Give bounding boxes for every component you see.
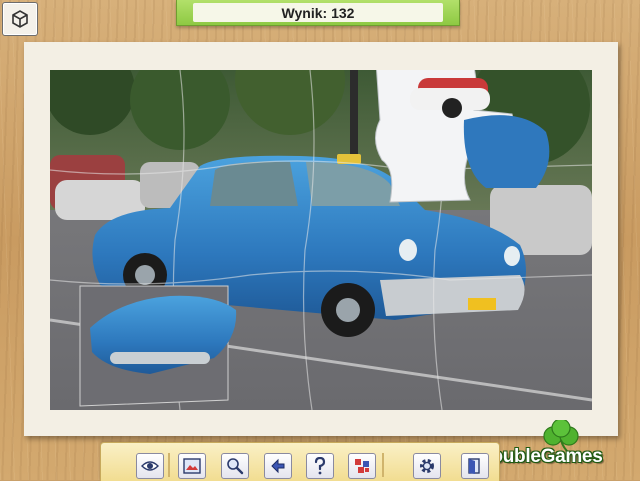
help-button[interactable]	[306, 453, 334, 479]
settings-gear-icon	[420, 459, 434, 473]
score-banner: Wynik: 132	[176, 0, 460, 26]
bottom-toolbar	[100, 442, 500, 481]
magnifier-icon	[227, 458, 244, 475]
settings-button[interactable]	[413, 453, 441, 479]
zoom-button[interactable]	[221, 453, 249, 479]
sort-pieces-button[interactable]	[264, 453, 292, 479]
toolbar-separator	[168, 453, 170, 477]
puzzle-photo	[50, 70, 592, 410]
sort-pieces-icon	[271, 458, 285, 474]
toolbar-separator	[382, 453, 384, 477]
menu-box-icon	[12, 10, 28, 28]
shuffle-pieces-button[interactable]	[348, 453, 376, 479]
menu-button[interactable]	[2, 2, 38, 36]
show-picture-button[interactable]	[136, 453, 164, 479]
exit-button[interactable]	[461, 453, 489, 479]
frame-preview-button[interactable]	[178, 453, 206, 479]
score-text: Wynik: 132	[193, 3, 443, 22]
shuffle-pieces-icon	[355, 459, 369, 473]
eye-icon	[141, 461, 159, 471]
exit-door-icon	[468, 458, 480, 474]
help-question-icon	[314, 457, 326, 475]
frame-preview-icon	[183, 458, 201, 474]
loose-piece-bottom-left[interactable]	[79, 285, 237, 407]
